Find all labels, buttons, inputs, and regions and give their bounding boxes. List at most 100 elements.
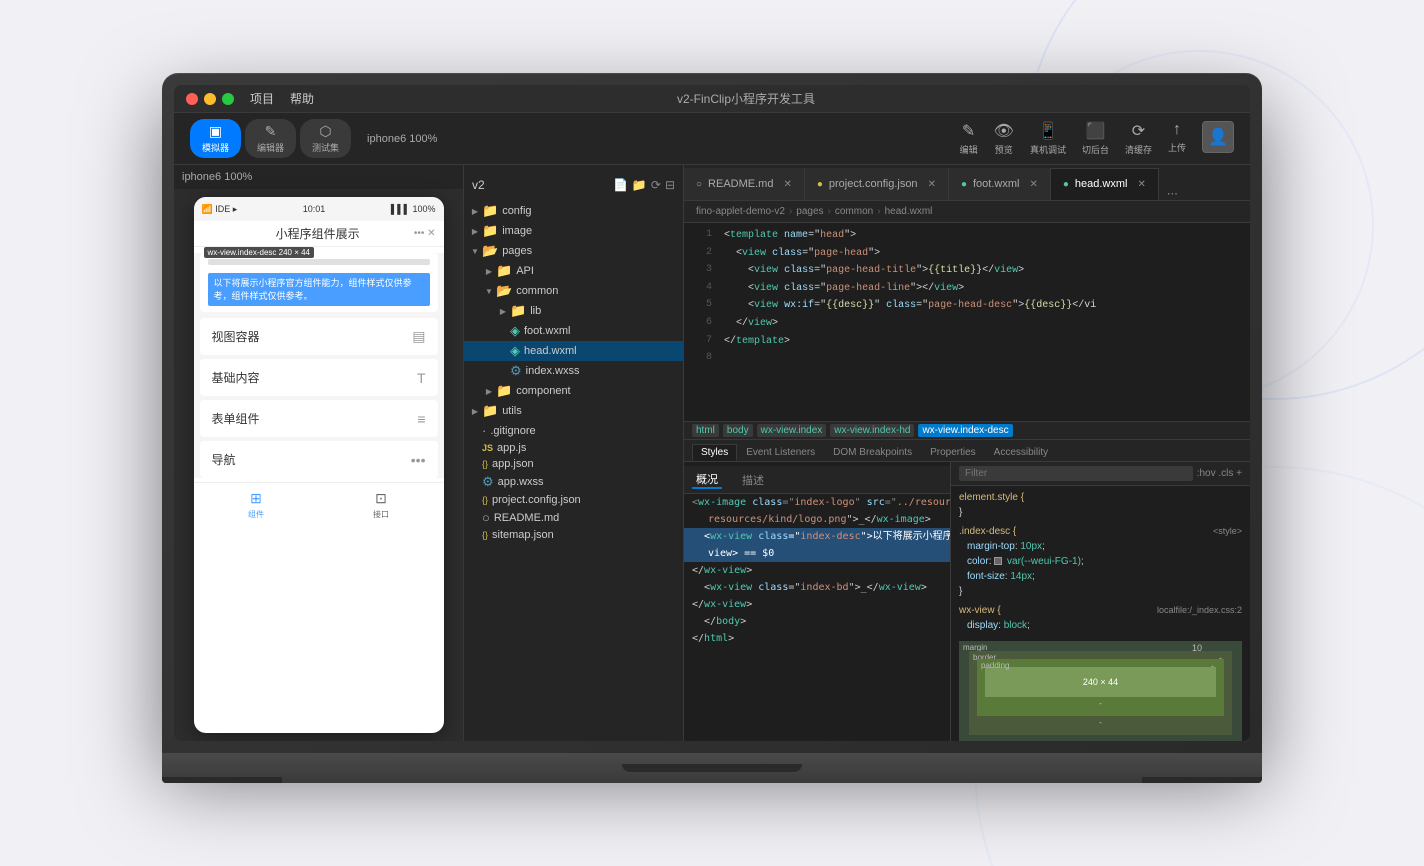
upload-icon: ↑ [1173, 121, 1181, 139]
toolbar-btn-editor[interactable]: ✎ 编辑器 [245, 119, 296, 158]
tab-project-config[interactable]: ● project.config.json ✕ [805, 168, 949, 200]
readme-icon: ○ [696, 179, 702, 190]
devtools-tabs: Styles Event Listeners DOM Breakpoints P… [684, 440, 1250, 462]
readme-close[interactable]: ✕ [783, 179, 791, 190]
file-icon: JS [482, 443, 493, 453]
close-button[interactable] [186, 93, 198, 105]
devtab-accessibility[interactable]: Accessibility [985, 444, 1057, 461]
elem-tag-body[interactable]: body [723, 424, 753, 437]
bottom-tab-0[interactable]: 概况 [692, 471, 722, 489]
code-line-7: </template> [720, 333, 1250, 351]
devtab-event[interactable]: Event Listeners [737, 444, 824, 461]
minimize-button[interactable] [204, 93, 216, 105]
file-tree-item-lib[interactable]: ▶📁lib [464, 301, 683, 321]
file-name: project.config.json [492, 494, 581, 506]
html-line-4: </wx-view> [684, 562, 950, 579]
bottom-nav-0[interactable]: ⊞ 组件 [248, 490, 264, 520]
nav-item-3[interactable]: 导航 ••• [200, 441, 438, 478]
code-line-1: <template name="head"> [720, 227, 1250, 245]
more-tabs[interactable]: ⋯ [1159, 187, 1186, 200]
bottom-tab-1[interactable]: 描述 [738, 472, 768, 488]
bc-sep-1: › [828, 206, 831, 217]
new-folder-icon[interactable]: 📁 [632, 178, 647, 192]
file-tree-item-index-wxss[interactable]: ⚙index.wxss [464, 361, 683, 381]
file-tree-item-common[interactable]: ▼📂common [464, 281, 683, 301]
devtab-properties[interactable]: Properties [921, 444, 985, 461]
refresh-icon[interactable]: ⟳ [651, 178, 661, 192]
foot-close[interactable]: ✕ [1029, 179, 1037, 190]
file-tree-item-head-wxml[interactable]: ◈head.wxml [464, 341, 683, 361]
styles-filter-input[interactable] [959, 466, 1193, 481]
file-tree-item-README-md[interactable]: ○README.md [464, 508, 683, 527]
elem-tag-wx-view-hd[interactable]: wx-view.index-hd [830, 424, 914, 437]
simulator-icon: ▣ [209, 123, 222, 140]
tab-head[interactable]: ● head.wxml ✕ [1051, 168, 1159, 200]
action-preview[interactable]: 👁 预览 [994, 121, 1014, 156]
ide-container: 项目 帮助 v2-FinClip小程序开发工具 ▣ 模拟器 ✎ 编辑器 [174, 85, 1250, 741]
nav-item-2[interactable]: 表单组件 ≡ [200, 400, 438, 437]
box-model-container: margin 10 border - padding [951, 633, 1250, 741]
style-prop-display: display: block; [951, 618, 1250, 633]
file-tree-item-API[interactable]: ▶📁API [464, 261, 683, 281]
project-config-close[interactable]: ✕ [928, 179, 936, 190]
file-tree-item-image[interactable]: ▶📁image [464, 221, 683, 241]
styles-content: element.style { } .index-desc { [951, 486, 1250, 741]
file-name: .gitignore [490, 425, 535, 437]
file-tree-item-project-config-json[interactable]: {}project.config.json [464, 492, 683, 508]
action-clear-cache[interactable]: ⟳ 清缓存 [1125, 121, 1152, 156]
new-file-icon[interactable]: 📄 [613, 178, 628, 192]
file-tree-item-sitemap-json[interactable]: {}sitemap.json [464, 527, 683, 543]
file-name: API [516, 265, 534, 277]
index-desc-selector: .index-desc { [959, 526, 1016, 537]
style-rule-wx-view: wx-view { localfile:/_index.css:2 [951, 603, 1250, 618]
file-tree-item-foot-wxml[interactable]: ◈foot.wxml [464, 321, 683, 341]
user-avatar[interactable]: 👤 [1202, 121, 1234, 153]
file-tree-item-utils[interactable]: ▶📁utils [464, 401, 683, 421]
action-edit[interactable]: ✎ 编辑 [960, 121, 978, 156]
toolbar-btn-test[interactable]: ⬡ 测试集 [300, 119, 351, 158]
toolbar-btn-simulator[interactable]: ▣ 模拟器 [190, 119, 241, 158]
action-upload[interactable]: ↑ 上传 [1168, 121, 1186, 156]
head-label: head.wxml [1075, 178, 1128, 190]
fontsize-prop: font-size [967, 571, 1005, 582]
elem-tag-html[interactable]: html [692, 424, 719, 437]
bottom-icon-1: ⊡ [375, 490, 387, 507]
collapse-icon[interactable]: ⊟ [665, 178, 675, 192]
file-tree-item-pages[interactable]: ▼📂pages [464, 241, 683, 261]
nav-label-1: 基础内容 [212, 369, 260, 386]
nav-label-2: 表单组件 [212, 410, 260, 427]
styles-filter: :hov .cls + [951, 462, 1250, 486]
action-device-debug[interactable]: 📱 真机调试 [1030, 121, 1066, 156]
maximize-button[interactable] [222, 93, 234, 105]
file-tree-item-config[interactable]: ▶📁config [464, 201, 683, 221]
tab-foot[interactable]: ● foot.wxml ✕ [949, 168, 1051, 200]
html-line-7: </body> [684, 613, 950, 630]
file-tree-item-app-json[interactable]: {}app.json [464, 456, 683, 472]
code-editor[interactable]: 12345678 <template name="head"> <view cl… [684, 223, 1250, 421]
file-tree-item-app-wxss[interactable]: ⚙app.wxss [464, 472, 683, 492]
file-tree-item--gitignore[interactable]: ·.gitignore [464, 421, 683, 440]
menu-project[interactable]: 项目 [250, 90, 274, 107]
file-tree-item-component[interactable]: ▶📁component [464, 381, 683, 401]
elem-tag-active[interactable]: wx-view.index-desc [918, 424, 1012, 437]
signal-icon: 📶 IDE ▸ [202, 204, 238, 215]
elem-tag-wx-view[interactable]: wx-view.index [757, 424, 827, 437]
devtab-styles[interactable]: Styles [692, 444, 737, 461]
bottom-nav-1[interactable]: ⊡ 接口 [373, 490, 389, 520]
foot-label: foot.wxml [973, 178, 1019, 190]
style-prop-margin: margin-top: 10px; [951, 539, 1250, 554]
edit-icon: ✎ [962, 121, 975, 141]
file-tree-icons: 📄 📁 ⟳ ⊟ [613, 178, 675, 192]
devtab-dom-bp[interactable]: DOM Breakpoints [824, 444, 921, 461]
nav-item-0[interactable]: 视图容器 ▤ [200, 318, 438, 355]
tab-readme[interactable]: ○ README.md ✕ [684, 168, 805, 200]
editor-icon: ✎ [265, 123, 277, 140]
menu-help[interactable]: 帮助 [290, 90, 314, 107]
content-size: 240 × 44 [1083, 677, 1118, 687]
nav-item-1[interactable]: 基础内容 T [200, 359, 438, 396]
head-close[interactable]: ✕ [1137, 179, 1145, 190]
action-background[interactable]: ⬛ 切后台 [1082, 121, 1109, 156]
file-icon: 📁 [496, 263, 512, 279]
time-display: 10:01 [303, 204, 326, 214]
file-tree-item-app-js[interactable]: JSapp.js [464, 440, 683, 456]
